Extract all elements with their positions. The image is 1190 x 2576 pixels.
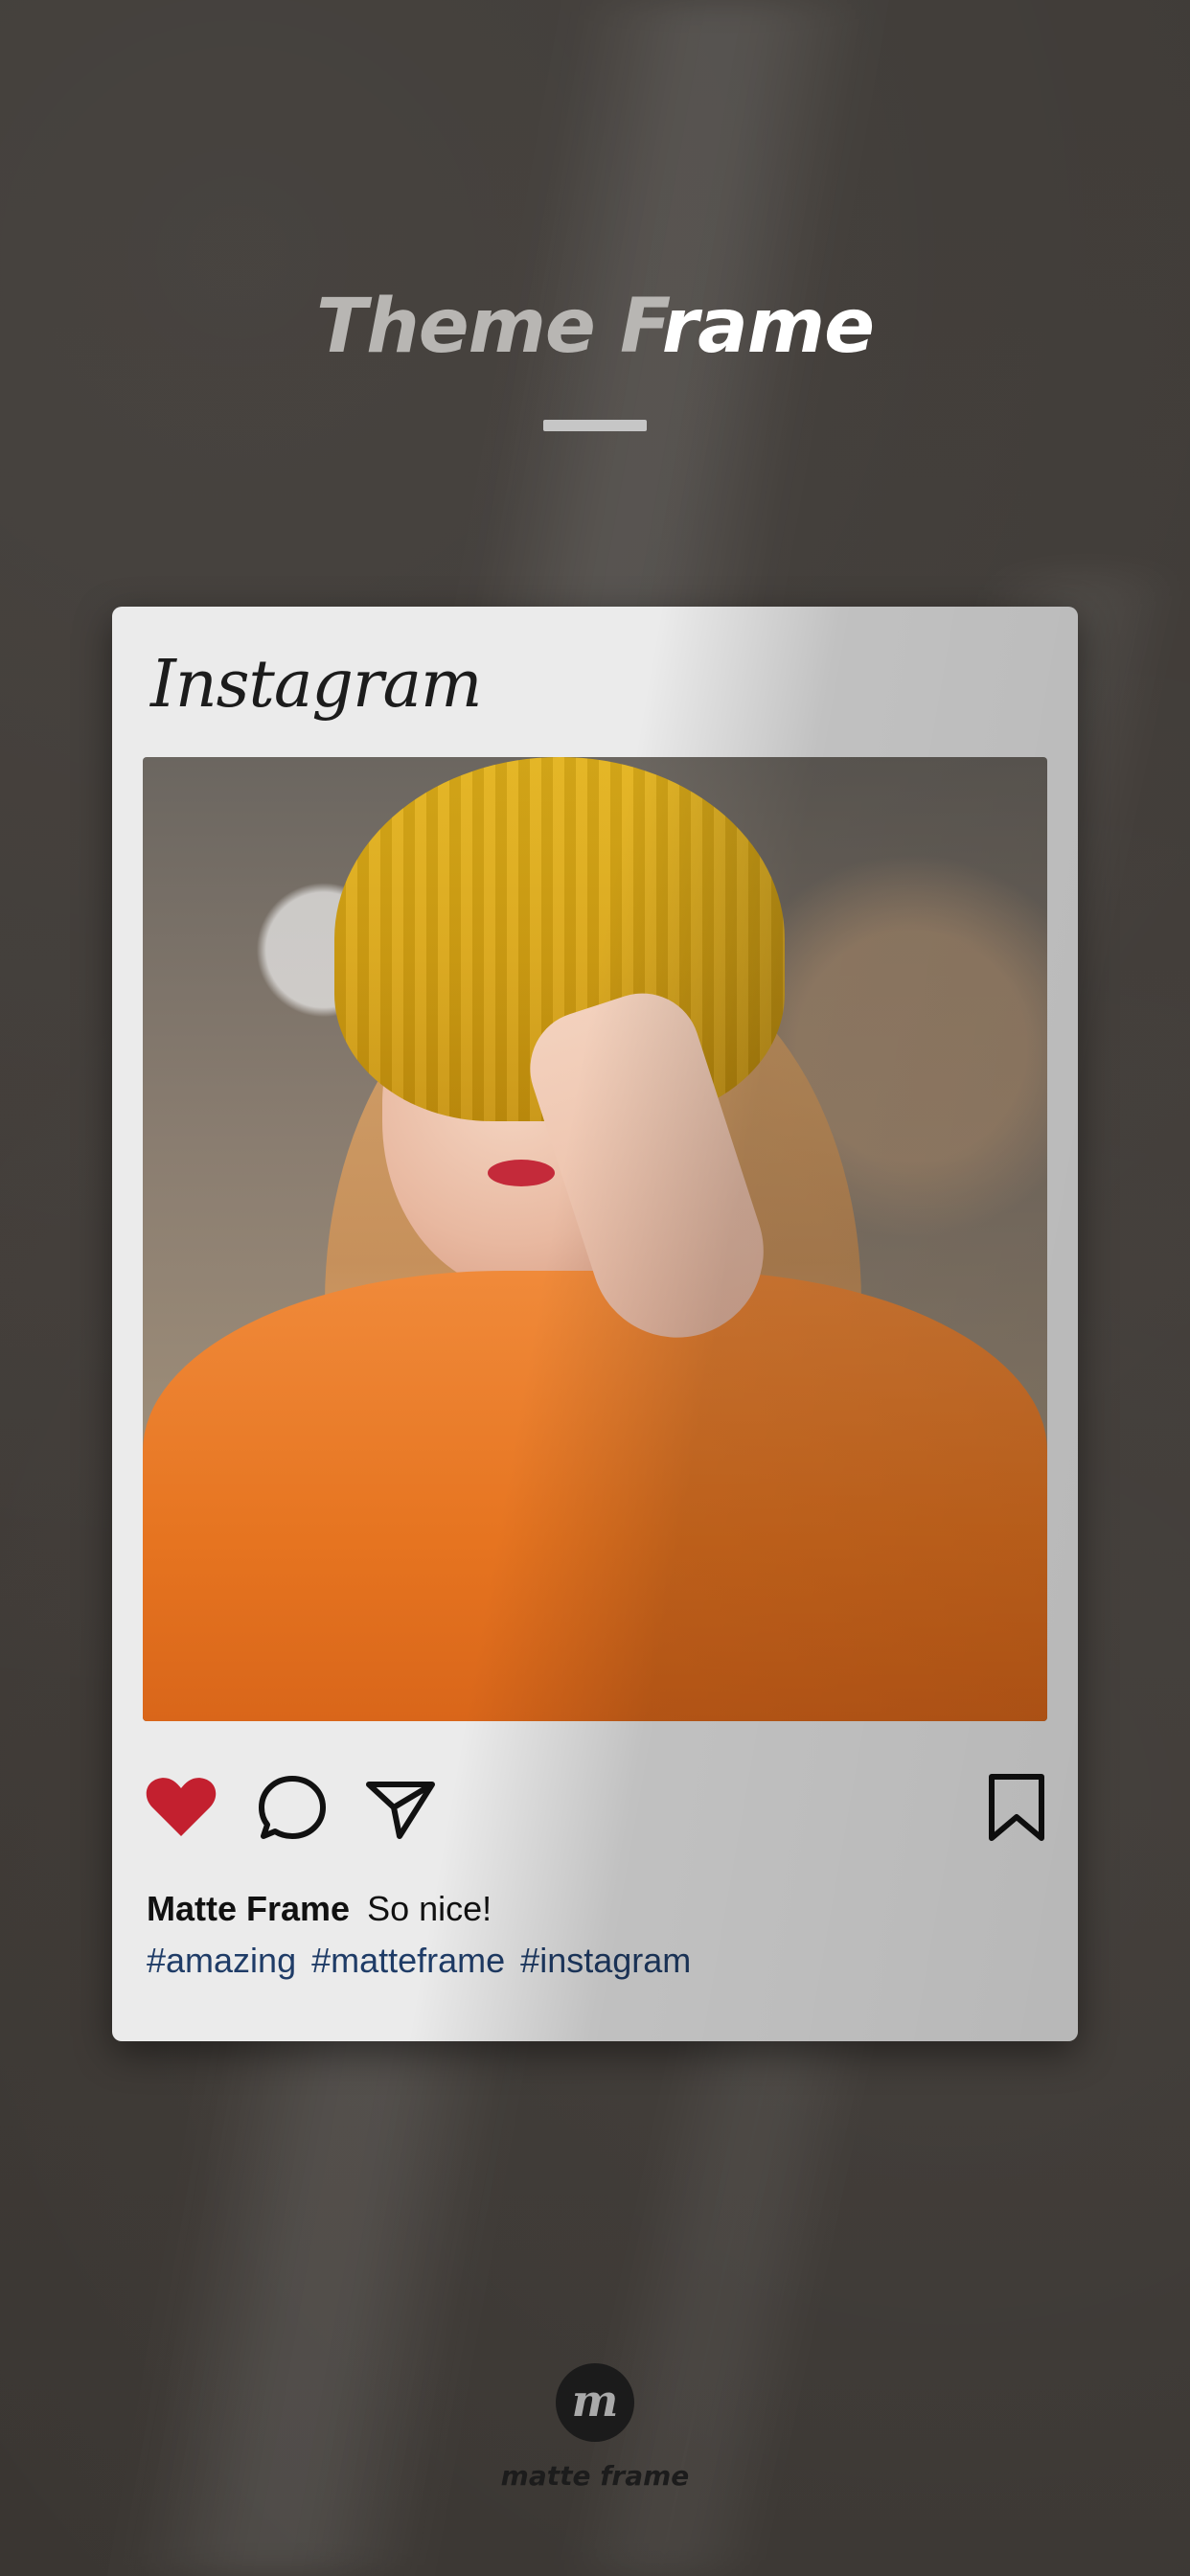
hashtag-link[interactable]: #matteframe bbox=[311, 1941, 505, 1980]
comment-button[interactable] bbox=[254, 1769, 331, 1846]
title-part-1: Theme F bbox=[316, 284, 663, 370]
photo-lips bbox=[488, 1160, 555, 1186]
title-part-2: rame bbox=[661, 284, 875, 370]
hashtag-link[interactable]: #instagram bbox=[520, 1941, 691, 1980]
matte-frame-logo: m bbox=[556, 2363, 634, 2442]
save-button[interactable] bbox=[978, 1769, 1055, 1846]
photo-hoodie bbox=[143, 1271, 1047, 1721]
title-underline bbox=[543, 420, 647, 431]
instagram-logo-text: Instagram bbox=[150, 647, 482, 723]
post-photo[interactable] bbox=[143, 757, 1047, 1721]
page-title: Theme Frame bbox=[0, 284, 1190, 370]
caption-text: So nice! bbox=[367, 1889, 492, 1928]
share-button[interactable] bbox=[363, 1769, 440, 1846]
footer-brand: matte frame bbox=[500, 2460, 690, 2492]
logo-letter: m bbox=[571, 2375, 619, 2426]
like-button[interactable] bbox=[143, 1769, 219, 1846]
post-caption: Matte Frame So nice! bbox=[147, 1889, 492, 1929]
heart-icon bbox=[146, 1778, 217, 1836]
caption-username[interactable]: Matte Frame bbox=[147, 1889, 350, 1928]
post-hashtags: #amazing #matteframe #instagram bbox=[147, 1941, 706, 1981]
post-actions bbox=[143, 1769, 1047, 1846]
comment-icon bbox=[259, 1776, 326, 1839]
hashtag-link[interactable]: #amazing bbox=[147, 1941, 296, 1980]
share-icon bbox=[366, 1782, 435, 1839]
bookmark-icon bbox=[989, 1774, 1044, 1841]
instagram-post-card: Instagram Matte Frame So nice! #amazing … bbox=[112, 607, 1078, 2041]
